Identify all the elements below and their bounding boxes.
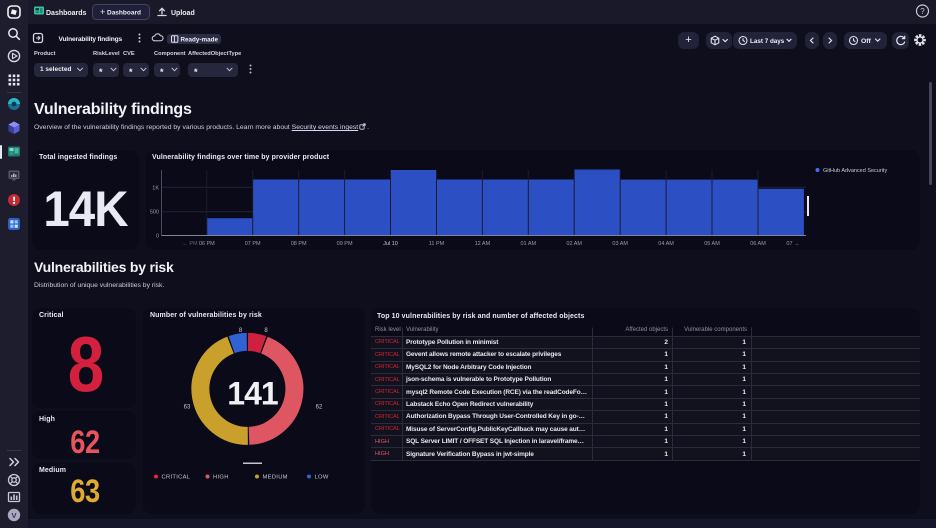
svg-text:HIGH: HIGH bbox=[213, 474, 229, 480]
svg-text:04 AM: 04 AM bbox=[658, 241, 674, 247]
svg-text:Vulnerability findings: Vulnerability findings bbox=[59, 36, 123, 43]
svg-text:06 PM: 06 PM bbox=[198, 241, 214, 247]
svg-text:500: 500 bbox=[149, 210, 158, 216]
svg-text:62: 62 bbox=[316, 404, 323, 410]
svg-text:GitHub Advanced Security: GitHub Advanced Security bbox=[823, 168, 887, 174]
svg-text:Ready-made: Ready-made bbox=[181, 36, 219, 43]
svg-text:07 →: 07 → bbox=[786, 241, 799, 247]
svg-text:03 AM: 03 AM bbox=[612, 241, 628, 247]
svg-text:Dashboards: Dashboards bbox=[46, 10, 87, 17]
svg-text:Jul 10: Jul 10 bbox=[383, 241, 398, 247]
svg-text:08 PM: 08 PM bbox=[290, 241, 306, 247]
svg-text:Last 7 days: Last 7 days bbox=[750, 38, 785, 45]
svg-text:1K: 1K bbox=[152, 185, 159, 191]
svg-text:V: V bbox=[11, 511, 16, 520]
svg-text:06 AM: 06 AM bbox=[750, 241, 766, 247]
svg-text:Dashboard: Dashboard bbox=[107, 10, 141, 17]
svg-text:LOW: LOW bbox=[315, 474, 329, 480]
svg-text:63: 63 bbox=[184, 404, 191, 410]
svg-text:12 AM: 12 AM bbox=[474, 241, 490, 247]
svg-text:Upload: Upload bbox=[171, 10, 195, 17]
svg-text:0: 0 bbox=[155, 234, 158, 240]
svg-text:11 PM: 11 PM bbox=[428, 241, 444, 247]
svg-text:01 AM: 01 AM bbox=[520, 241, 536, 247]
svg-text:8: 8 bbox=[264, 328, 268, 334]
svg-text:09 PM: 09 PM bbox=[336, 241, 352, 247]
svg-text:Off: Off bbox=[861, 38, 872, 45]
svg-text:02 AM: 02 AM bbox=[566, 241, 582, 247]
svg-text:05 AM: 05 AM bbox=[704, 241, 720, 247]
svg-text:+: + bbox=[100, 7, 105, 17]
svg-text:← PM: ← PM bbox=[182, 241, 198, 247]
svg-text:MEDIUM: MEDIUM bbox=[263, 474, 288, 480]
svg-text:07 PM: 07 PM bbox=[244, 241, 260, 247]
svg-text:CRITICAL: CRITICAL bbox=[162, 474, 191, 480]
svg-text:141: 141 bbox=[227, 375, 278, 411]
svg-text:?: ? bbox=[920, 7, 925, 16]
svg-text:8: 8 bbox=[239, 328, 243, 334]
